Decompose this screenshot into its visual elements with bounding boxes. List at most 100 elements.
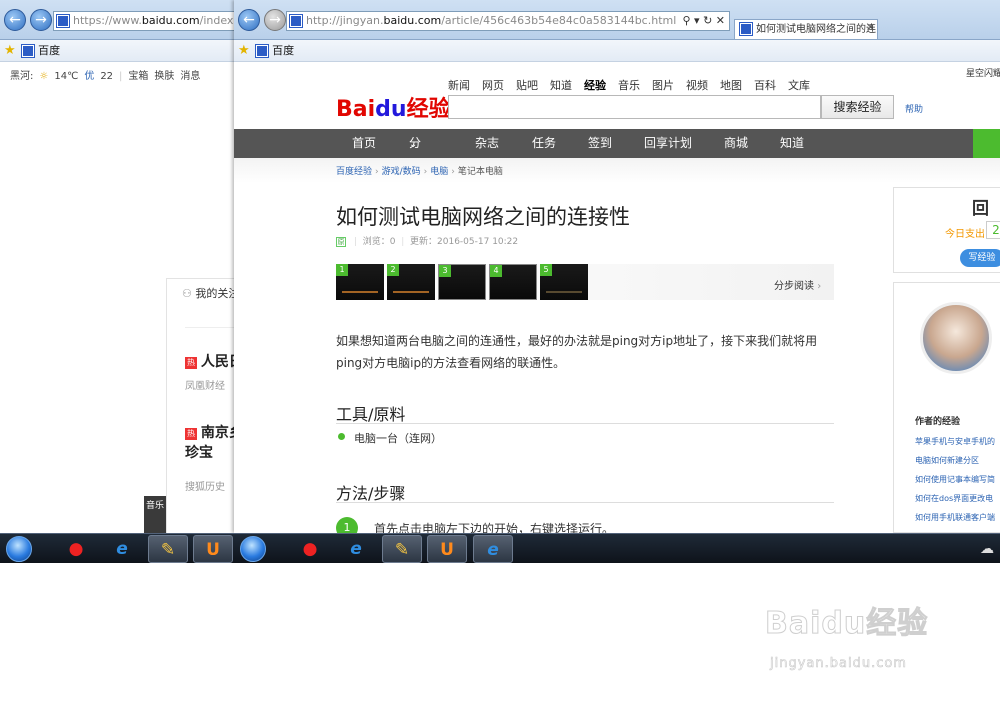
author-link[interactable]: 如何用手机联通客户端 [915, 512, 995, 523]
weather-city: 黑河: [10, 71, 34, 82]
author-link[interactable]: 如何使用记事本编写简 [915, 474, 995, 485]
background-browser-toolbar: ← → https://www.baidu.com/index.php?tn= [0, 0, 240, 40]
favorites-star-icon[interactable]: ★ [238, 43, 250, 58]
nav-wenku[interactable]: 文库 [788, 79, 810, 92]
paint-icon[interactable]: ✎ [148, 535, 188, 563]
uc-browser-icon[interactable]: U [427, 535, 467, 563]
front-address-bar[interactable]: http://jingyan.baidu.com/article/456c463… [286, 11, 730, 31]
back-arrow-icon[interactable]: ← [4, 9, 26, 31]
main-menu: 首页 分类 ⌄ 杂志 任务 签到 回享计划 商城 知道 [234, 129, 1000, 179]
search-input[interactable] [448, 95, 821, 119]
menu-shop[interactable]: 商城 [724, 129, 748, 158]
promo-title: 回 [972, 199, 989, 219]
step-read-link[interactable]: 分步阅读 › [774, 277, 821, 292]
taskbar: ● e ✎ U ● e ✎ U e ☁ [0, 533, 1000, 563]
nav-zhidao[interactable]: 知道 [550, 79, 572, 92]
step-thumb[interactable]: 5 [540, 264, 588, 300]
menu-zhidao[interactable]: 知道 [780, 129, 804, 158]
step-text: 首先点击电脑左下边的开始，右键选择运行。 [374, 522, 615, 533]
help-link[interactable]: 帮助 [905, 102, 923, 115]
step-thumb[interactable]: 3 [438, 264, 486, 300]
start-button-icon[interactable] [240, 536, 266, 562]
background-favorites-bar: ★ 百度 [0, 40, 240, 62]
menu-green-button[interactable] [973, 129, 1000, 158]
nav-video[interactable]: 视频 [686, 79, 708, 92]
follow-news-card: ⚇ 我的关注 热 人民日 凤凰财经 热 南京乡 珍宝 搜狐历史 [166, 278, 240, 534]
step-thumb[interactable]: 2 [387, 264, 435, 300]
author-link[interactable]: 苹果手机与安卓手机的 [915, 436, 995, 447]
ie-icon[interactable]: e [336, 535, 376, 563]
start-button-icon[interactable] [6, 536, 32, 562]
step-thumb[interactable]: 1 [336, 264, 384, 300]
original-badge: 原 [336, 237, 346, 247]
weather-temp: 14℃ [54, 71, 79, 82]
menu-tasks[interactable]: 任务 [532, 129, 556, 158]
tab-article[interactable]: 如何测试电脑网络之间的连... [734, 19, 878, 39]
uc-browser-icon[interactable]: U [193, 535, 233, 563]
nav-music[interactable]: 音乐 [618, 79, 640, 92]
forward-arrow-icon[interactable]: → [30, 9, 52, 31]
favorite-baidu-link[interactable]: 百度 [38, 44, 60, 57]
menu-home[interactable]: 首页 [352, 129, 376, 158]
refresh-icon[interactable]: ↻ [703, 14, 712, 27]
baidu-jingyan-logo[interactable]: Baidu经验 [336, 91, 451, 123]
baidu-favicon-icon [739, 22, 753, 36]
nav-images[interactable]: 图片 [652, 79, 674, 92]
background-address-bar[interactable]: https://www.baidu.com/index.php?tn= [53, 11, 240, 31]
write-experience-button[interactable]: 写经验 [960, 249, 1000, 267]
nav-web[interactable]: 网页 [482, 79, 504, 92]
chevron-right-icon: › [817, 281, 822, 292]
qq-icon[interactable]: ● [290, 535, 330, 563]
search-icon[interactable]: ⚲ [682, 14, 690, 27]
nav-tieba[interactable]: 贴吧 [516, 79, 538, 92]
qq-icon[interactable]: ● [56, 535, 96, 563]
author-link[interactable]: 电脑如何新建分区 [915, 455, 979, 466]
front-favorites-bar: ★ 百度 [234, 40, 1000, 62]
favorite-baidu-link[interactable]: 百度 [272, 44, 294, 57]
nav-map[interactable]: 地图 [720, 79, 742, 92]
paint-icon[interactable]: ✎ [382, 535, 422, 563]
front-browser-window: ← → http://jingyan.baidu.com/article/456… [234, 0, 1000, 533]
link-treasure[interactable]: 宝箱 [128, 71, 148, 82]
aqi-value: 22 [100, 71, 114, 82]
tab-close-icon[interactable]: ✕ [866, 21, 875, 34]
nav-jingyan[interactable]: 经验 [584, 79, 606, 92]
menu-category[interactable]: 分类 ⌄ [409, 129, 421, 179]
bullet-dot [338, 433, 345, 440]
menu-share-plan[interactable]: 回享计划 [644, 129, 692, 158]
link-messages[interactable]: 消息 [180, 71, 200, 82]
search-button[interactable]: 搜索经验 [821, 95, 894, 119]
author-link[interactable]: 如何在dos界面更改电 [915, 493, 993, 504]
weather-bar: 黑河: ☼ 14℃ 优 22 | 宝箱 换肤 消息 [10, 71, 201, 82]
news-item[interactable]: 热 人民日 凤凰财经 [185, 351, 240, 392]
music-side-tab[interactable]: 音乐 [144, 496, 166, 534]
link-skin[interactable]: 换肤 [154, 71, 174, 82]
cloud-tray-icon[interactable]: ☁ [975, 535, 999, 563]
news-item[interactable]: 热 南京乡 珍宝 搜狐历史 [185, 422, 240, 493]
menu-magazine[interactable]: 杂志 [475, 129, 499, 158]
author-avatar[interactable] [920, 302, 992, 374]
nav-baike[interactable]: 百科 [754, 79, 776, 92]
hot-badge: 热 [185, 356, 197, 369]
baidu-favicon-icon [21, 44, 36, 58]
baidu-jingyan-watermark: Baidu经验 jingyan.baidu.com [764, 606, 929, 672]
follow-header[interactable]: ⚇ 我的关注 [182, 285, 239, 301]
step-thumb[interactable]: 4 [489, 264, 537, 300]
breadcrumb: 百度经验 › 游戏/数码 › 电脑 › 笔记本电脑 [336, 167, 503, 177]
back-arrow-icon[interactable]: ← [238, 9, 260, 31]
forward-arrow-icon[interactable]: → [264, 9, 286, 31]
menu-checkin[interactable]: 签到 [588, 129, 612, 158]
promo-sub: 今日支出 [945, 229, 985, 240]
user-name[interactable]: 星空闪耀 [966, 66, 1000, 79]
user-icon: ⚇ [182, 287, 192, 300]
article-intro: 如果想知道两台电脑之间的连通性，最好的办法就是ping对方ip地址了，接下来我们… [336, 334, 818, 370]
ie-icon[interactable]: e [473, 535, 513, 563]
favorites-star-icon[interactable]: ★ [4, 43, 16, 58]
weather-cloud-icon: ☼ [39, 71, 49, 82]
baidu-favicon-icon [56, 14, 70, 28]
close-icon[interactable]: ✕ [716, 14, 725, 27]
aqi-label: 优 [84, 71, 95, 82]
tools-heading: 工具/原料 [336, 405, 406, 424]
nav-news[interactable]: 新闻 [448, 79, 470, 92]
ie-icon[interactable]: e [102, 535, 142, 563]
